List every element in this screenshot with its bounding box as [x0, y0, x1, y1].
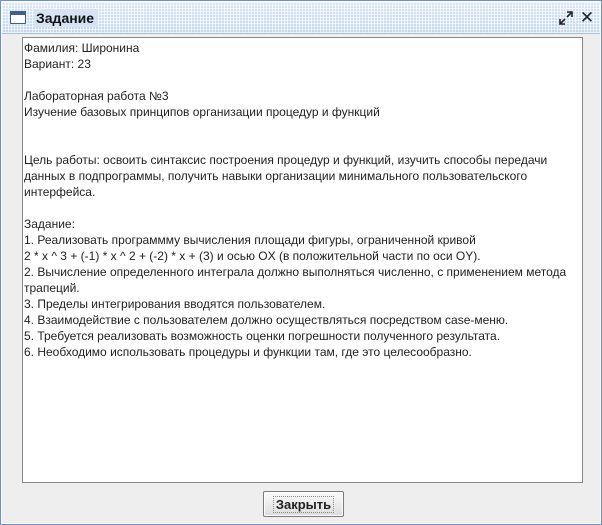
text-line: данных в подпрограммы, получить навыки о…: [24, 169, 528, 183]
text-line: Лабораторная работа №3: [24, 89, 169, 103]
close-icon: ✕: [579, 8, 595, 28]
text-line: 2 * x ^ 3 + (-1) * x ^ 2 + (-2) * x + (3…: [24, 249, 481, 263]
text-line: интерфейса.: [24, 185, 96, 199]
text-line: 5. Требуется реализовать возможность оце…: [24, 329, 501, 343]
text-line: 4. Взаимодействие с пользователем должно…: [24, 313, 509, 327]
dialog-footer: Закрыть: [1, 488, 601, 522]
text-line: 6. Необходимо использовать процедуры и ф…: [24, 345, 472, 359]
text-line: [24, 200, 582, 216]
close-button-label: Закрыть: [272, 495, 335, 513]
text-line: Изучение базовых принципов организации п…: [24, 105, 380, 119]
text-line: 3. Пределы интегрирования вводятся польз…: [24, 297, 326, 311]
text-line: [24, 72, 582, 88]
text-line: Цель работы: освоить синтаксис построени…: [24, 153, 548, 167]
text-line: Вариант: 23: [24, 57, 91, 71]
close-window-button[interactable]: ✕: [579, 8, 595, 28]
title-bar[interactable]: Задание ✕: [2, 2, 600, 34]
dialog-window: Задание ✕ Фамилия: Широнина Вариант: 23 Ла…: [0, 0, 602, 525]
restore-icon: [559, 11, 573, 25]
window-icon: [10, 11, 26, 24]
text-line: [24, 136, 582, 152]
text-line: трапеций.: [24, 281, 80, 295]
text-line: [24, 120, 582, 136]
restore-button[interactable]: [558, 10, 574, 26]
task-text-area[interactable]: Фамилия: Широнина Вариант: 23 Лабораторная…: [22, 37, 583, 483]
window-title: Задание: [34, 9, 99, 27]
text-line: Фамилия: Широнина: [24, 41, 140, 55]
text-line: Задание:: [24, 217, 75, 231]
close-button[interactable]: Закрыть: [263, 491, 344, 517]
text-line: 2. Вычисление определенного интеграла до…: [24, 265, 567, 279]
text-line: 1. Реализовать программму вычисления пло…: [24, 233, 476, 247]
